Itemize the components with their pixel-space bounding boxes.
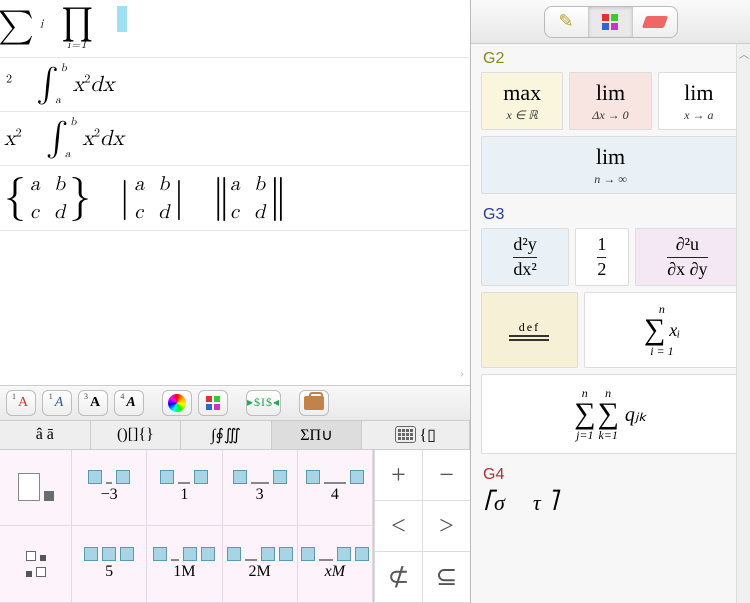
template-5[interactable]: 5 xyxy=(72,526,147,603)
grid-icon xyxy=(206,396,220,410)
template-1[interactable]: 1 xyxy=(147,450,222,527)
scroll-up-icon[interactable]: ︿ xyxy=(739,46,749,61)
briefcase-button[interactable] xyxy=(299,390,329,416)
tab-layout[interactable]: {▯ xyxy=(362,421,470,449)
sup: i xyxy=(40,19,43,31)
product-symbol: ∏ i=1 xyxy=(61,6,93,51)
template-4[interactable]: 4 xyxy=(298,450,373,527)
currency-button[interactable]: ▸$I$◂ xyxy=(246,390,281,416)
pencil-icon: ✎ xyxy=(558,11,573,32)
text-cursor xyxy=(117,6,127,32)
group-g3-label: G3 xyxy=(477,200,744,228)
tile-sum-xi[interactable]: n ∑xᵢ i = 1 xyxy=(584,292,740,368)
op-gt[interactable]: > xyxy=(422,501,470,552)
template-n3[interactable]: −3 xyxy=(72,450,147,527)
tab-large-ops[interactable]: ΣΠ∪ xyxy=(272,421,363,449)
tile-g4-fragment[interactable]: ⎡σ τ ⎤ xyxy=(477,488,744,510)
det-matrix: | ab cd | xyxy=(119,172,184,224)
group-g2-label: G2 xyxy=(477,44,744,72)
tab-integrals[interactable]: ∫∮∭ xyxy=(181,421,272,449)
palette-toolbar: ✎ xyxy=(471,0,750,44)
chevron-right-icon: › xyxy=(460,366,464,381)
palette-erase-button[interactable] xyxy=(633,7,677,37)
template-2m[interactable]: 2M xyxy=(223,526,298,603)
tile-half[interactable]: 1 2 xyxy=(575,228,629,286)
scrollbar[interactable]: ︿ xyxy=(736,44,750,603)
font-style-2-button[interactable]: 1A xyxy=(42,390,72,416)
op-lt[interactable]: < xyxy=(374,501,422,552)
template-panel: −3 1 3 4 5 xyxy=(0,450,374,603)
group-g4-label: G4 xyxy=(477,460,744,488)
grid-icon xyxy=(602,14,618,30)
norm-matrix: ‖ ab cd ‖ xyxy=(213,172,283,224)
template-1m[interactable]: 1M xyxy=(147,526,222,603)
tile-lim-xa[interactable]: lim x → a xyxy=(658,72,740,130)
op-nsubset[interactable]: ⊄ xyxy=(374,552,422,603)
format-toolbar: 1A 1A 3A 4A ▸$I$◂ xyxy=(0,385,470,421)
tile-double-sum[interactable]: n ∑ j=1 n ∑ k=1 qⱼₖ xyxy=(481,374,740,454)
tile-partial[interactable]: ∂²u ∂x ∂y xyxy=(635,228,740,286)
tile-d2y[interactable]: d²y dx² xyxy=(481,228,569,286)
color-grid-button[interactable] xyxy=(198,390,228,416)
color-wheel-icon xyxy=(168,394,186,412)
briefcase-icon xyxy=(304,396,324,410)
font-style-3-button[interactable]: 3A xyxy=(78,390,108,416)
template-3[interactable]: 3 xyxy=(223,450,298,527)
op-minus[interactable]: − xyxy=(422,450,470,501)
tile-lim-dx[interactable]: lim Δx → 0 xyxy=(569,72,651,130)
tab-brackets[interactable]: ()[]{} xyxy=(91,421,182,449)
tile-lim-ninf[interactable]: lim n → ∞ xyxy=(481,136,740,194)
equation-row-2[interactable]: 2 ∫ b a x2dx xyxy=(0,58,470,112)
font-style-4-button[interactable]: 4A xyxy=(114,390,144,416)
template-mode-2[interactable] xyxy=(0,526,71,603)
keypad-icon xyxy=(395,426,416,443)
document-area[interactable]: ∑i ∏ i=1 2 ∫ b a x2dx xyxy=(0,0,470,231)
template-xm[interactable]: xM xyxy=(298,526,373,603)
font-style-1-button[interactable]: 1A xyxy=(6,390,36,416)
palette-draw-button[interactable]: ✎ xyxy=(545,7,589,37)
color-wheel-button[interactable] xyxy=(162,390,192,416)
tile-def[interactable]: def xyxy=(481,292,578,368)
tab-accents[interactable]: â ā xyxy=(0,421,91,449)
template-mode-1[interactable] xyxy=(0,450,71,527)
palette-grid-button[interactable] xyxy=(589,7,633,37)
brace-matrix: { ab cd } xyxy=(4,172,91,224)
op-plus[interactable]: + xyxy=(374,450,422,501)
operator-panel: + − < > ⊄ ⊆ xyxy=(374,450,470,603)
palette-body[interactable]: ︿ G2 max x ∈ ℝ lim Δx → 0 lim x → a xyxy=(471,44,750,603)
symbol-category-tabs: â ā ()[]{} ∫∮∭ ΣΠ∪ {▯ xyxy=(0,421,470,450)
equation-row-3[interactable]: x2 ∫ b a x2dx xyxy=(0,112,470,166)
op-subseteq[interactable]: ⊆ xyxy=(422,552,470,603)
eraser-icon xyxy=(641,16,667,28)
tile-max[interactable]: max x ∈ ℝ xyxy=(481,72,563,130)
equation-row-4[interactable]: { ab cd } | ab cd | ‖ xyxy=(0,166,470,231)
equation-row-1[interactable]: ∑i ∏ i=1 xyxy=(0,0,470,58)
